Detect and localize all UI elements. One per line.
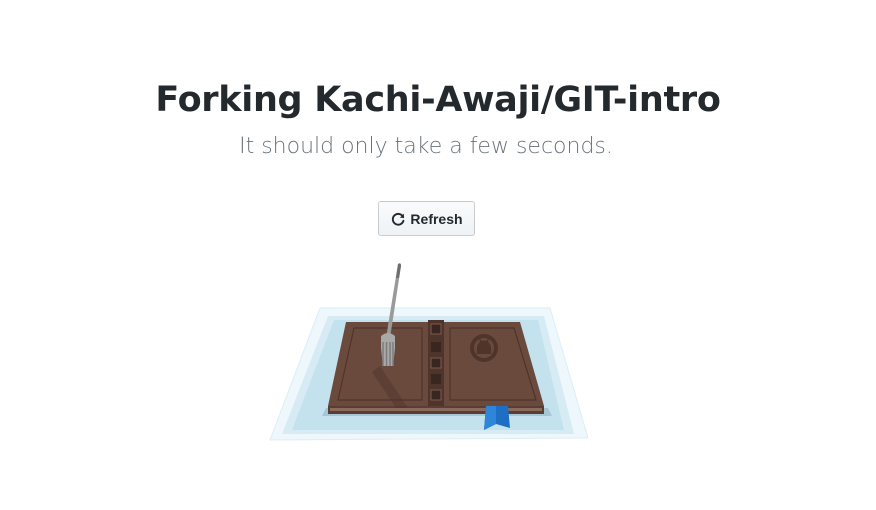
refresh-button[interactable]: Refresh bbox=[378, 201, 475, 236]
fork-book-illustration bbox=[269, 263, 588, 441]
refresh-label: Refresh bbox=[410, 210, 463, 227]
page-subtitle: It should only take a few seconds. bbox=[239, 134, 613, 159]
book-graphic bbox=[328, 320, 544, 414]
fork-progress-page: Forking Kachi-Awaji/GIT-intro It should … bbox=[0, 0, 876, 510]
sync-icon bbox=[390, 211, 406, 227]
page-title: Forking Kachi-Awaji/GIT-intro bbox=[155, 80, 721, 120]
